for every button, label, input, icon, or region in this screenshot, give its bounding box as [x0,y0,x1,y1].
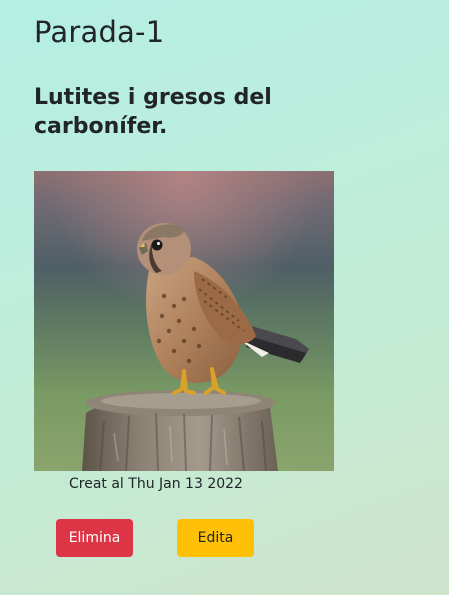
delete-button[interactable]: Elimina [56,519,133,557]
page-title: Parada-1 [34,15,165,49]
stop-description: Lutites i gresos del carbonífer. [34,85,272,139]
edit-button[interactable]: Edita [177,519,254,557]
stop-photo [34,171,334,471]
created-date: Creat al Thu Jan 13 2022 [69,476,243,492]
